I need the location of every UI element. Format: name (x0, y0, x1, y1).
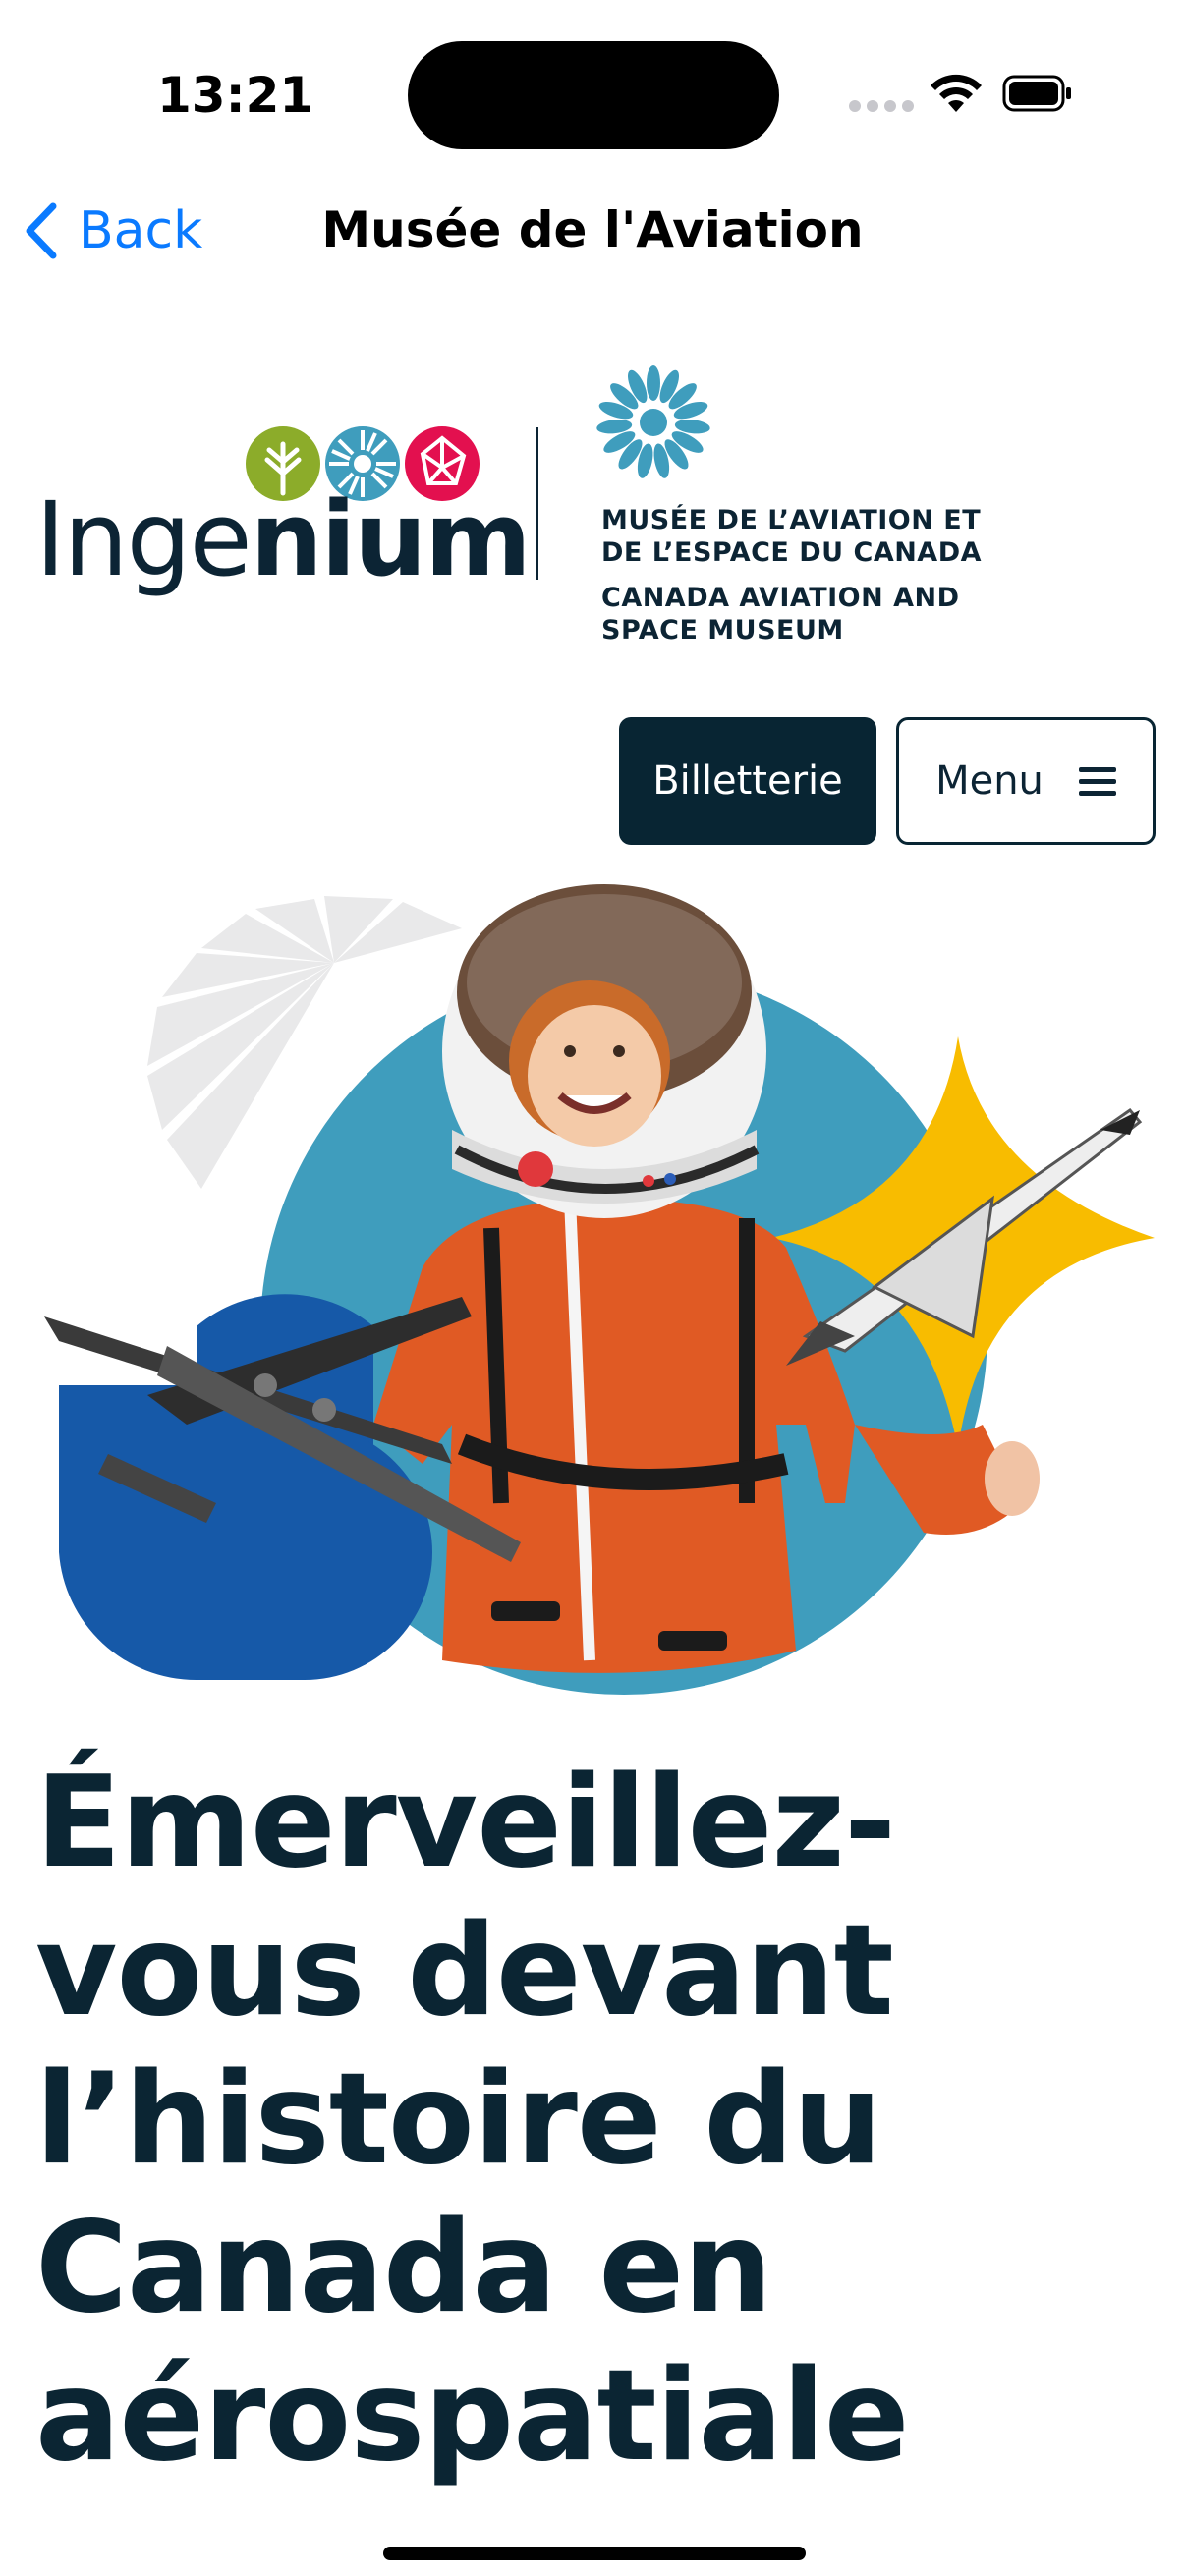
museum-en-line2: SPACE MUSEUM (601, 615, 844, 645)
museum-emblem-icon (596, 365, 710, 478)
battery-icon (1002, 75, 1071, 112)
wifi-icon (931, 74, 982, 112)
tickets-button[interactable]: Billetterie (619, 717, 876, 845)
page-title: Musée de l'Aviation (321, 201, 864, 258)
headline-line: Canada en (35, 2195, 772, 2341)
hamburger-icon (1078, 767, 1116, 796)
wordmark-light: Inge (35, 479, 253, 599)
screen: 13:21 Back Musée de l'Aviation Ingenium … (0, 0, 1185, 2576)
site-logo[interactable]: Ingenium MUSÉE DE L’AVIATION ET DE L’ESP… (0, 364, 1185, 658)
dynamic-island (408, 41, 779, 149)
ingenium-wordmark: Ingenium (35, 479, 532, 599)
home-indicator[interactable] (383, 2547, 806, 2560)
headline-line: l’histoire du (35, 2046, 882, 2193)
headline-line: aérospatiale (35, 2343, 910, 2490)
headline-line: vous devant (35, 1898, 894, 2044)
hero-headline: Émerveillez- vous devant l’histoire du C… (35, 1749, 1156, 2491)
headline-line: Émerveillez- (35, 1750, 896, 1896)
menu-button[interactable]: Menu (896, 717, 1156, 845)
hero-illustration (44, 884, 1155, 1695)
museum-name-fr: MUSÉE DE L’AVIATION ET DE L’ESPACE DU CA… (601, 504, 982, 569)
status-time: 13:21 (157, 67, 314, 124)
tickets-label: Billetterie (652, 758, 843, 804)
museum-fr-line1: MUSÉE DE L’AVIATION ET (601, 505, 982, 535)
museum-name-en: CANADA AVIATION AND SPACE MUSEUM (601, 582, 960, 646)
museum-fr-line2: DE L’ESPACE DU CANADA (601, 537, 983, 568)
wordmark-bold: nium (250, 479, 532, 599)
cellular-signal-icon (849, 100, 914, 112)
museum-en-line1: CANADA AVIATION AND (601, 583, 960, 613)
logo-divider (536, 427, 538, 580)
menu-label: Menu (935, 758, 1044, 804)
